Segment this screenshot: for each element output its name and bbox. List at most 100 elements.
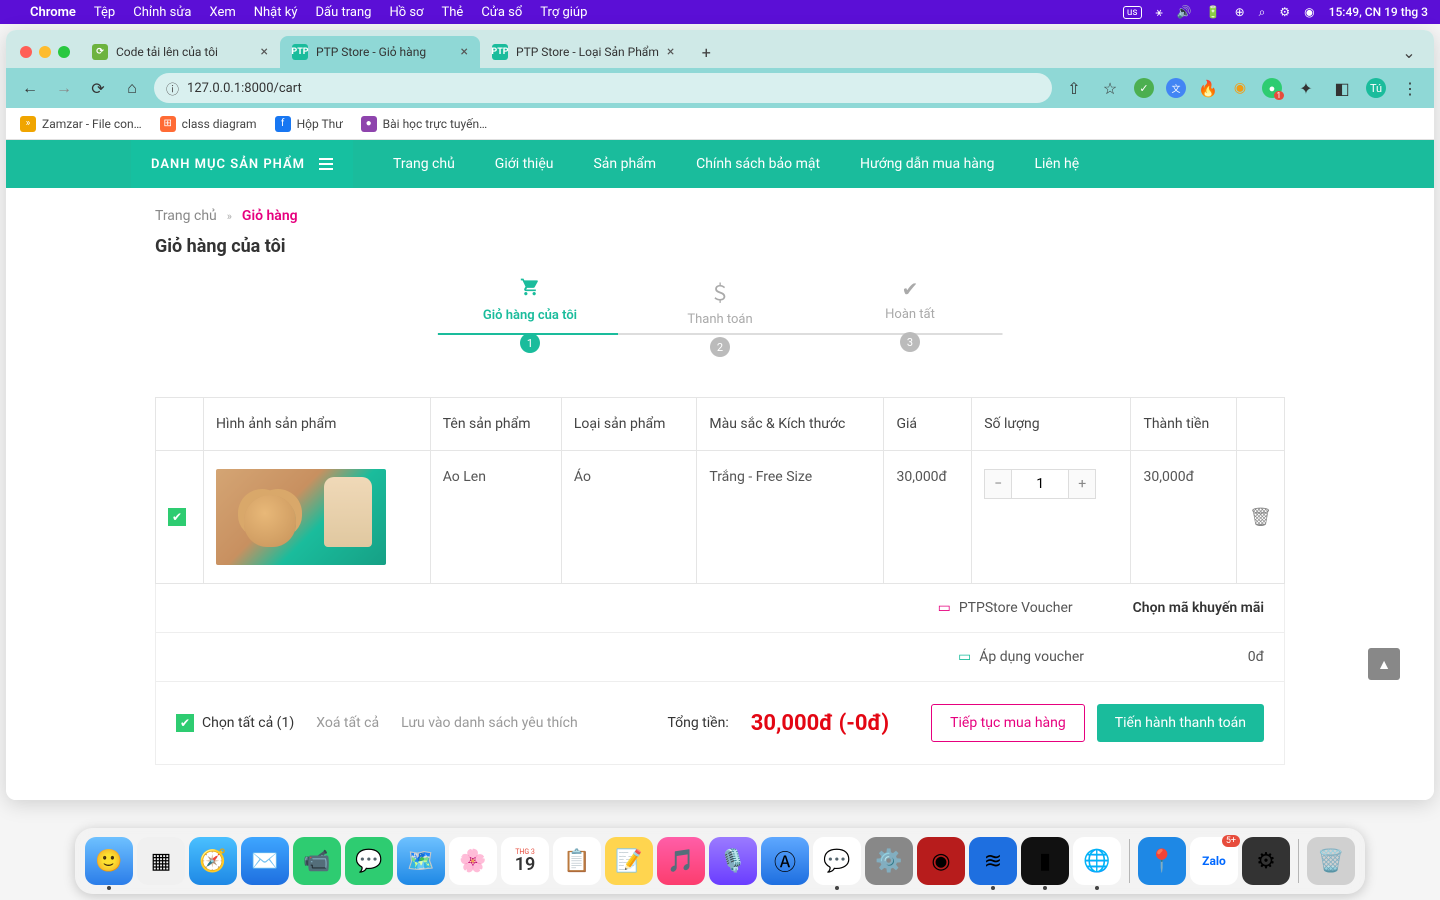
tab-2[interactable]: PTP PTP Store - Loại Sản Phẩm × (480, 36, 686, 68)
menu-tab[interactable]: Thẻ (442, 5, 464, 20)
dock-app-icon[interactable]: 📍 (1138, 837, 1186, 885)
dock-trash-icon[interactable]: 🗑️ (1307, 837, 1355, 885)
extension-badge-icon[interactable]: ●1 (1262, 78, 1282, 98)
siri-icon[interactable]: ◉ (1304, 5, 1314, 19)
url-input[interactable]: ⓘ 127.0.0.1:8000/cart (154, 73, 1052, 103)
nav-home[interactable]: Trang chủ (393, 156, 455, 172)
nav-contact[interactable]: Liên hệ (1034, 156, 1079, 172)
translate-icon[interactable]: 文 (1166, 78, 1186, 98)
menu-icon[interactable]: ⋮ (1398, 76, 1422, 100)
sidepanel-icon[interactable]: ◧ (1330, 76, 1354, 100)
nav-about[interactable]: Giới thiệu (495, 156, 554, 172)
checkout-button[interactable]: Tiến hành thanh toán (1097, 704, 1264, 742)
dock-chrome-icon[interactable]: 🌐 (1073, 837, 1121, 885)
dock-music-icon[interactable]: 🎵 (657, 837, 705, 885)
menu-edit[interactable]: Chỉnh sửa (133, 5, 191, 20)
app-name[interactable]: Chrome (30, 5, 76, 20)
dock-app-icon[interactable]: ◉ (917, 837, 965, 885)
close-tab-icon[interactable]: × (261, 44, 268, 60)
menu-profile[interactable]: Hồ sơ (389, 5, 423, 20)
nav-guide[interactable]: Hướng dẫn mua hàng (860, 156, 994, 172)
menu-file[interactable]: Tệp (94, 5, 115, 20)
dock-facetime-icon[interactable]: 📹 (293, 837, 341, 885)
dock-reminders-icon[interactable]: 📋 (553, 837, 601, 885)
qty-increase-button[interactable]: + (1068, 469, 1096, 499)
save-favorites-link[interactable]: Lưu vào danh sách yêu thích (401, 715, 578, 731)
control-center-icon[interactable]: ⚙ (1279, 5, 1290, 19)
dock-photos-icon[interactable]: 🌸 (449, 837, 497, 885)
extensions-icon[interactable]: ✦ (1294, 76, 1318, 100)
clock[interactable]: 15:49, CN 19 thg 3 (1329, 5, 1428, 19)
dock-zalo-icon[interactable]: Zalo5+ (1190, 837, 1238, 885)
category-menu-button[interactable]: DANH MỤC SẢN PHẨM (131, 140, 353, 188)
dock-messages-icon[interactable]: 💬 (345, 837, 393, 885)
select-all-checkbox[interactable]: ✔ (176, 714, 194, 732)
bookmark-item[interactable]: fHộp Thư (275, 116, 343, 132)
dock-calendar-icon[interactable]: THG 319 (501, 837, 549, 885)
star-icon[interactable]: ☆ (1098, 76, 1122, 100)
favicon-icon: ⟳ (92, 44, 108, 60)
dock-app-icon[interactable]: ⚙ (1242, 837, 1290, 885)
tab-0[interactable]: ⟳ Code tải lên của tôi × (80, 36, 280, 68)
menu-bookmarks[interactable]: Dấu trang (315, 5, 371, 20)
menu-window[interactable]: Cửa sổ (481, 5, 522, 20)
reload-button[interactable]: ⟳ (86, 76, 110, 100)
extension-icon[interactable]: ✓ (1134, 78, 1154, 98)
menu-help[interactable]: Trợ giúp (540, 5, 587, 20)
qty-decrease-button[interactable]: − (984, 469, 1012, 499)
home-button[interactable]: ⌂ (120, 76, 144, 100)
search-icon[interactable]: ⌕ (1259, 5, 1266, 20)
step-done: ✔ Hoàn tất 3 (815, 277, 1005, 357)
menu-history[interactable]: Nhật ký (254, 5, 298, 20)
dock-podcasts-icon[interactable]: 🎙️ (709, 837, 757, 885)
hamburger-icon (319, 158, 333, 170)
apply-voucher-label: Áp dụng voucher (979, 649, 1084, 665)
share-icon[interactable]: ⇧ (1062, 76, 1086, 100)
volume-icon[interactable]: 🔊 (1177, 5, 1192, 19)
maximize-window-button[interactable] (58, 46, 70, 58)
choose-voucher-link[interactable]: Chọn mã khuyến mãi (1133, 600, 1264, 616)
dock-mail-icon[interactable]: ✉️ (241, 837, 289, 885)
bookmark-item[interactable]: ●Bài học trực tuyến… (361, 116, 487, 132)
nav-privacy[interactable]: Chính sách bảo mật (696, 156, 820, 172)
forward-button[interactable]: → (52, 76, 76, 100)
profile-avatar[interactable]: Tú (1366, 78, 1386, 98)
tab-dropdown-icon[interactable]: ⌄ (1394, 43, 1424, 68)
wifi-icon[interactable]: ⊕ (1235, 5, 1245, 19)
dock-maps-icon[interactable]: 🗺️ (397, 837, 445, 885)
extension-icon[interactable]: 🔥 (1198, 78, 1218, 98)
dock-settings-icon[interactable]: ⚙️ (865, 837, 913, 885)
delete-all-link[interactable]: Xoá tất cả (316, 715, 379, 731)
qty-input[interactable] (1012, 469, 1068, 499)
minimize-window-button[interactable] (39, 46, 51, 58)
breadcrumb-home[interactable]: Trang chủ (155, 208, 217, 224)
dock-notes-icon[interactable]: 📝 (605, 837, 653, 885)
input-source-icon[interactable]: us (1123, 6, 1142, 19)
extension-icon[interactable]: ◉ (1230, 78, 1250, 98)
site-info-icon[interactable]: ⓘ (166, 79, 179, 98)
dock-messenger-icon[interactable]: 💬 (813, 837, 861, 885)
dock-terminal-icon[interactable]: ▮ (1021, 837, 1069, 885)
close-window-button[interactable] (20, 46, 32, 58)
dock-finder-icon[interactable]: 🙂 (85, 837, 133, 885)
dock-safari-icon[interactable]: 🧭 (189, 837, 237, 885)
dock-vscode-icon[interactable]: ≋ (969, 837, 1017, 885)
bluetooth-icon[interactable]: ⚹ (1156, 5, 1163, 20)
product-subtotal: 30,000đ (1131, 451, 1237, 584)
close-tab-icon[interactable]: × (667, 44, 674, 60)
bookmark-item[interactable]: ⊞class diagram (160, 116, 257, 132)
trash-icon[interactable]: 🗑 (1249, 507, 1272, 528)
close-tab-icon[interactable]: × (461, 44, 468, 60)
scroll-top-button[interactable]: ▲ (1368, 648, 1400, 680)
dock-appstore-icon[interactable]: Ⓐ (761, 837, 809, 885)
back-button[interactable]: ← (18, 76, 42, 100)
battery-icon[interactable]: 🔋 (1206, 5, 1221, 19)
menu-view[interactable]: Xem (209, 5, 235, 20)
continue-shopping-button[interactable]: Tiếp tục mua hàng (931, 704, 1085, 742)
row-checkbox[interactable]: ✔ (168, 508, 186, 526)
nav-products[interactable]: Sản phẩm (593, 156, 656, 172)
new-tab-button[interactable]: + (692, 38, 720, 66)
bookmark-item[interactable]: »Zamzar - File con… (20, 116, 142, 132)
tab-1[interactable]: PTP PTP Store - Giỏ hàng × (280, 36, 480, 68)
dock-launchpad-icon[interactable]: ▦ (137, 837, 185, 885)
